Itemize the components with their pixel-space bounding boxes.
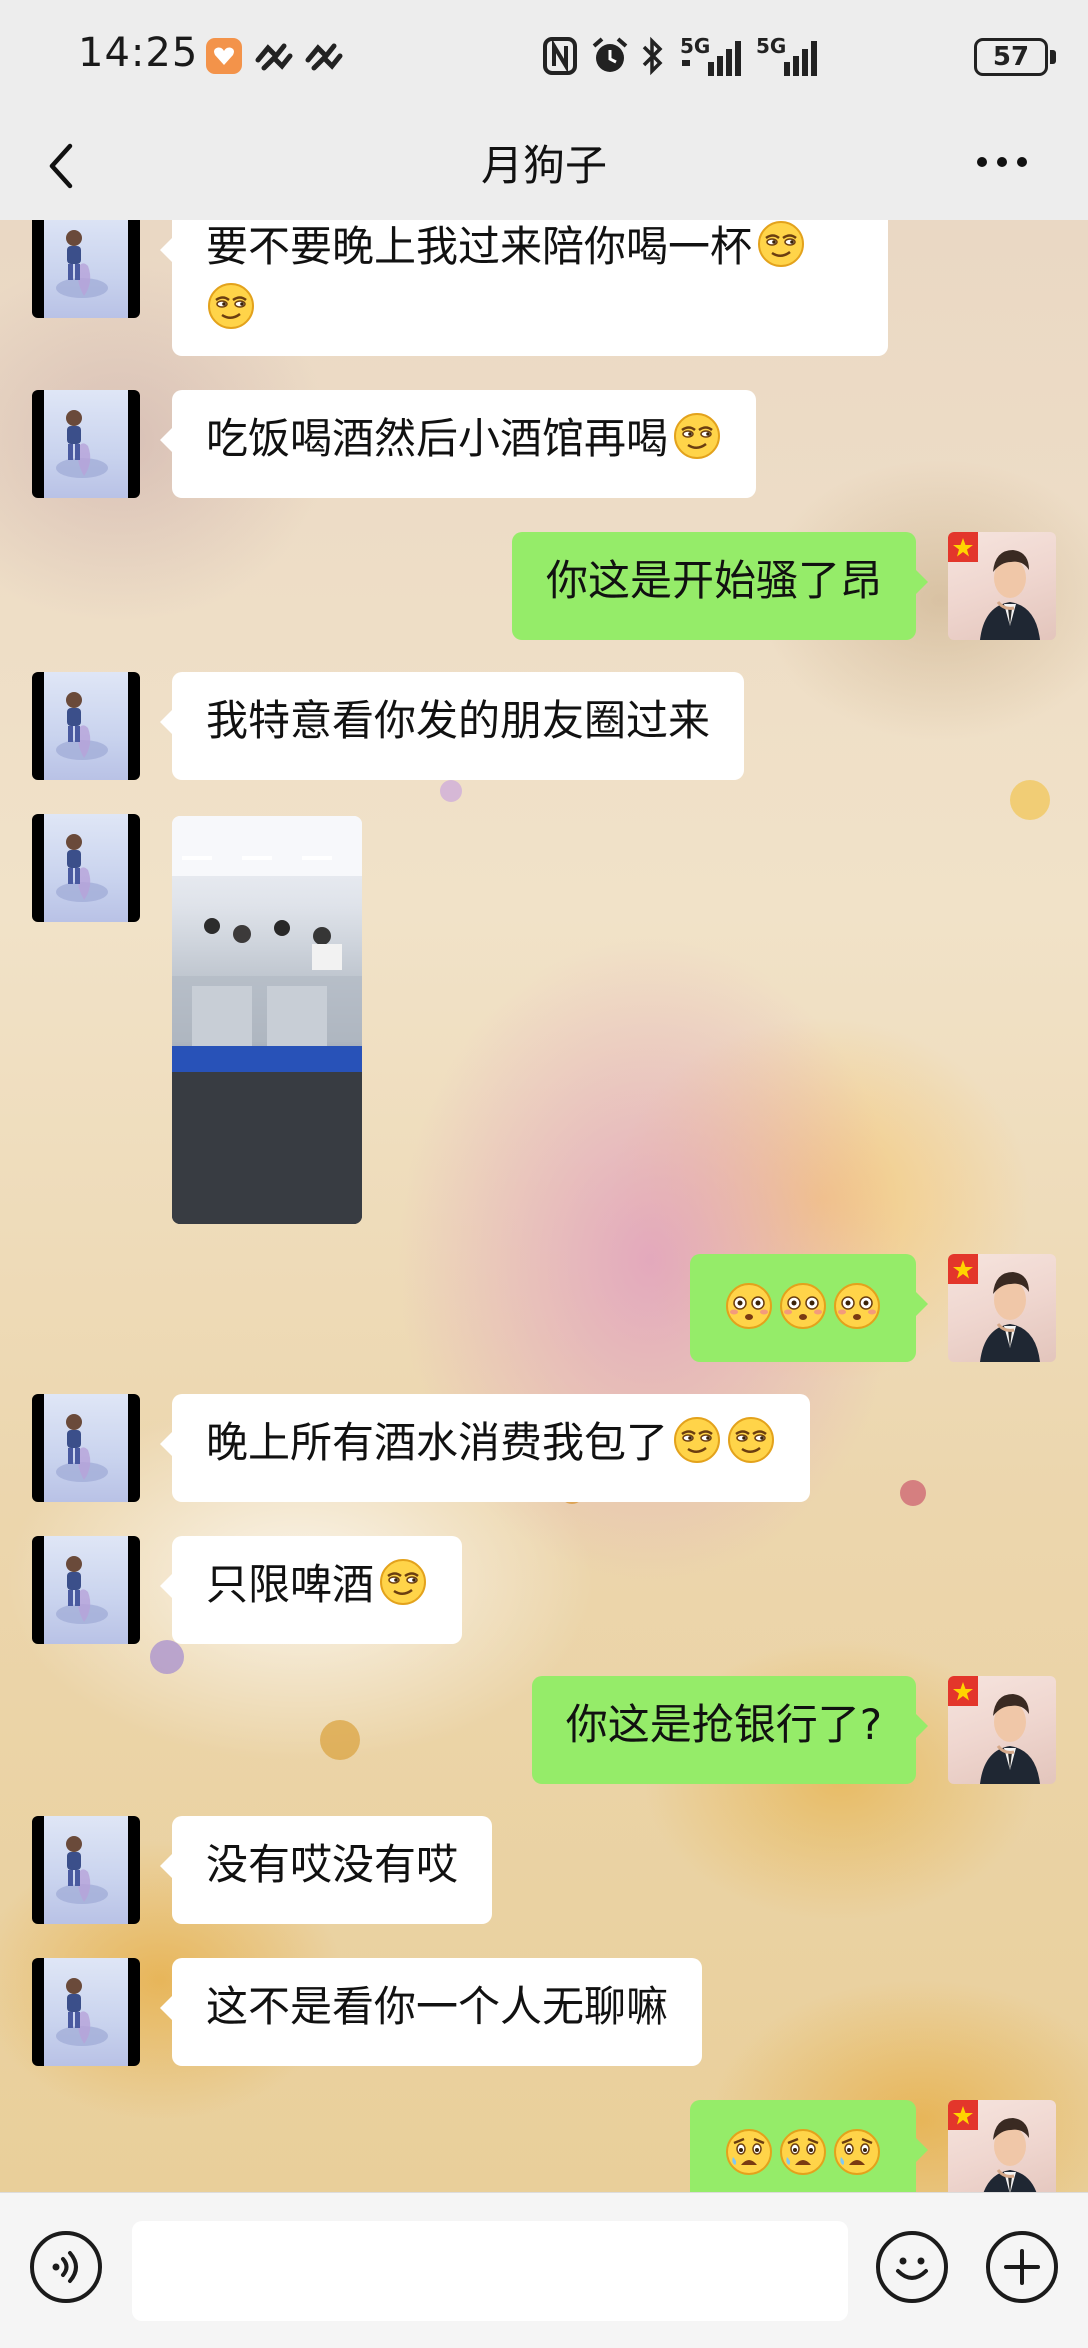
smirk-emoji [206,281,256,331]
bluetooth-icon [640,36,666,80]
fearful-emoji [724,2127,774,2177]
status-bar: 14:25 5G 5G 57 [0,0,1088,112]
sparkle [440,780,462,802]
contact-avatar[interactable] [32,1816,140,1924]
smirk-emoji [672,411,722,461]
contact-avatar[interactable] [32,1536,140,1644]
message-bubble[interactable]: 没有哎没有哎 [159,1816,493,1924]
message-bubble[interactable]: 你这是开始骚了昂 [511,532,929,640]
input-bar [0,2192,1088,2348]
message-text: 我特意看你发的朋友圈过来 [206,696,711,745]
message-input[interactable] [132,2221,848,2321]
fearful-emoji [778,2127,828,2177]
signal-icon [680,36,746,82]
voice-icon[interactable] [30,2231,102,2303]
message-bubble[interactable] [690,2100,928,2192]
emoji-icon[interactable] [876,2231,948,2303]
self-avatar[interactable] [948,532,1056,640]
message-text: 这不是看你一个人无聊嘛 [206,1982,669,2031]
sparkle [900,1480,926,1506]
image-message[interactable] [172,816,362,1224]
sparkle [1010,780,1050,820]
smirk-emoji [378,1557,428,1607]
self-avatar[interactable] [948,1254,1056,1362]
nfc-icon [542,36,578,80]
message-bubble[interactable]: 你这是抢银行了? [531,1676,929,1784]
message-text: 吃饭喝酒然后小酒馆再喝 [206,414,669,463]
battery-cap [1050,50,1056,64]
status-time: 14:25 [78,30,199,76]
message-bubble[interactable] [690,1254,928,1362]
link-icon [304,40,344,72]
chat-header: 月狗子 [0,112,1088,220]
smirk-emoji [672,1415,722,1465]
self-avatar[interactable] [948,2100,1056,2192]
smirk-emoji [756,220,806,269]
message-text: 晚上所有酒水消费我包了 [206,1418,669,1467]
message-text: 只限啤酒 [206,1560,375,1609]
message-text: 要不要晚上我过来陪你喝一杯 [206,222,753,271]
sparkle [320,1720,360,1760]
message-text: 没有哎没有哎 [206,1840,459,1889]
contact-avatar[interactable] [32,814,140,922]
contact-avatar[interactable] [32,390,140,498]
sparkle [150,1640,184,1674]
self-avatar[interactable] [948,1676,1056,1784]
contact-avatar[interactable] [32,1394,140,1502]
chat-area[interactable]: 要不要晚上我过来陪你喝一杯 吃饭喝酒然后小酒馆再喝 你这是开始骚了昂 我特意看你… [0,220,1088,2192]
alarm-icon [590,36,630,80]
message-bubble[interactable]: 这不是看你一个人无聊嘛 [159,1958,703,2066]
fearful-emoji [832,2127,882,2177]
more-dots-icon[interactable] [972,142,1032,182]
flushed-emoji [724,1281,774,1331]
message-bubble[interactable]: 要不要晚上我过来陪你喝一杯 [160,220,888,356]
app-heart-icon [206,38,242,74]
signal-icon [756,36,822,82]
contact-avatar[interactable] [32,672,140,780]
link-icon [254,40,294,72]
flushed-emoji [832,1281,882,1331]
message-bubble[interactable]: 我特意看你发的朋友圈过来 [159,672,745,780]
chat-title: 月狗子 [480,141,607,190]
message-text: 你这是开始骚了昂 [545,556,882,605]
message-text: 你这是抢银行了? [565,1700,882,1749]
contact-avatar[interactable] [32,220,140,318]
flushed-emoji [778,1281,828,1331]
battery-icon: 57 [974,38,1048,76]
contact-avatar[interactable] [32,1958,140,2066]
message-bubble[interactable]: 晚上所有酒水消费我包了 [159,1394,811,1502]
plus-icon[interactable] [986,2231,1058,2303]
message-bubble[interactable]: 只限啤酒 [159,1536,463,1644]
smirk-emoji [726,1415,776,1465]
message-bubble[interactable]: 吃饭喝酒然后小酒馆再喝 [159,390,757,498]
